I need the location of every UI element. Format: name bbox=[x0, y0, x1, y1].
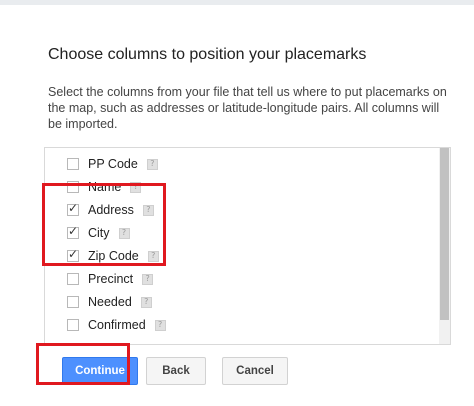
scrollbar-thumb[interactable] bbox=[440, 148, 449, 320]
column-label: PP Code bbox=[88, 157, 138, 171]
continue-button[interactable]: Continue bbox=[62, 357, 138, 385]
back-button[interactable]: Back bbox=[146, 357, 206, 385]
choose-columns-dialog: Choose columns to position your placemar… bbox=[10, 6, 474, 406]
column-option-needed[interactable]: Needed ? bbox=[67, 293, 152, 311]
checkbox[interactable] bbox=[67, 319, 79, 331]
column-label: Name bbox=[88, 180, 122, 194]
help-icon[interactable]: ? bbox=[130, 181, 142, 193]
column-option-confirmed[interactable]: Confirmed ? bbox=[67, 316, 166, 334]
column-label: Confirmed bbox=[88, 318, 146, 332]
column-label: Needed bbox=[88, 295, 132, 309]
column-label: City bbox=[88, 226, 110, 240]
column-option-name[interactable]: Name ? bbox=[67, 178, 142, 196]
column-option-city[interactable]: City ? bbox=[67, 224, 130, 242]
help-icon[interactable]: ? bbox=[118, 227, 130, 239]
checkbox[interactable] bbox=[67, 181, 79, 193]
help-icon[interactable]: ? bbox=[140, 296, 152, 308]
help-icon[interactable]: ? bbox=[147, 250, 159, 262]
help-icon[interactable]: ? bbox=[154, 319, 166, 331]
checkbox-checked[interactable] bbox=[67, 247, 79, 262]
checkbox[interactable] bbox=[67, 273, 79, 285]
dialog-title: Choose columns to position your placemar… bbox=[48, 46, 367, 63]
checkbox-checked[interactable] bbox=[67, 201, 79, 216]
help-icon[interactable]: ? bbox=[142, 273, 154, 285]
checkbox[interactable] bbox=[67, 158, 79, 170]
column-label: Zip Code bbox=[88, 249, 139, 263]
column-option-pp-code[interactable]: PP Code ? bbox=[67, 155, 158, 173]
column-label: Address bbox=[88, 203, 134, 217]
help-icon[interactable]: ? bbox=[146, 158, 158, 170]
column-option-precinct[interactable]: Precinct ? bbox=[67, 270, 154, 288]
list-scrollbar[interactable] bbox=[439, 148, 450, 344]
column-list: PP Code ? Name ? Address ? City ? Zip Co… bbox=[44, 147, 451, 345]
window-top-strip bbox=[0, 0, 474, 5]
column-label: Precinct bbox=[88, 272, 134, 286]
checkbox-checked[interactable] bbox=[67, 224, 79, 239]
help-icon[interactable]: ? bbox=[142, 204, 154, 216]
column-option-address[interactable]: Address ? bbox=[67, 201, 154, 219]
cancel-button[interactable]: Cancel bbox=[222, 357, 288, 385]
checkbox[interactable] bbox=[67, 296, 79, 308]
column-option-zip-code[interactable]: Zip Code ? bbox=[67, 247, 159, 265]
dialog-description: Select the columns from your file that t… bbox=[48, 85, 447, 131]
